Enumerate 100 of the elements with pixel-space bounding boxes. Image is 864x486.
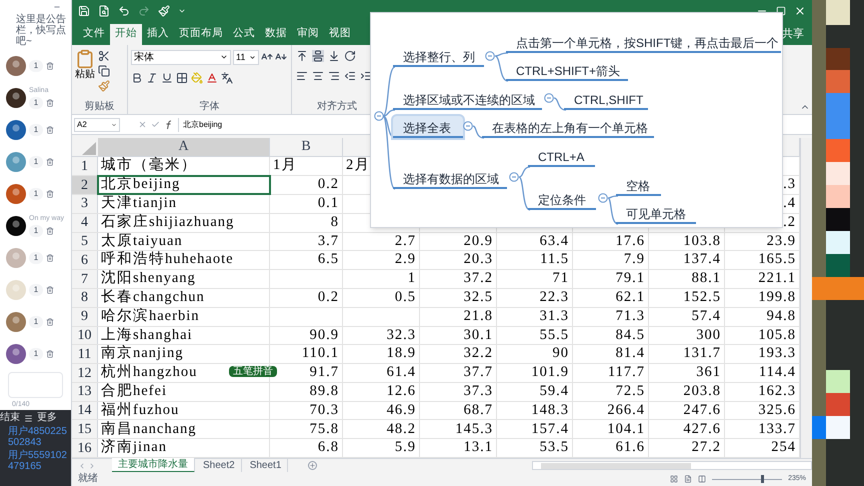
table-cell-text: 13.1 xyxy=(464,438,493,458)
ribbon-tab[interactable]: 开始 xyxy=(110,24,142,45)
function-icon[interactable] xyxy=(164,120,174,130)
collapse-icon[interactable] xyxy=(598,193,608,203)
ribbon-tab[interactable]: 插入 xyxy=(142,24,174,45)
trash-icon[interactable] xyxy=(46,126,54,134)
ribbon-tab[interactable]: 数据 xyxy=(260,24,292,45)
ribbon-tab[interactable]: 审阅 xyxy=(292,24,324,45)
trash-icon[interactable] xyxy=(46,62,54,70)
font-color-icon[interactable] xyxy=(206,72,218,84)
trash-icon[interactable] xyxy=(46,350,54,358)
menu-icon[interactable] xyxy=(24,414,33,422)
mind-map-node[interactable]: 定位条件 xyxy=(528,188,596,210)
column-header[interactable]: B xyxy=(270,138,343,156)
mind-map-node[interactable]: 选择有数据的区域 xyxy=(393,167,507,189)
row-header[interactable]: 2 xyxy=(72,176,98,194)
mind-map-node[interactable]: 点击第一个单元格，按SHIFT键，再点击最后一个 xyxy=(506,31,781,53)
row-header[interactable]: 10 xyxy=(72,326,98,344)
cut-icon[interactable] xyxy=(98,50,110,62)
align-left-icon[interactable] xyxy=(296,70,308,82)
mind-map-node[interactable]: 空格 xyxy=(616,174,661,196)
trash-icon[interactable] xyxy=(46,318,54,326)
sheet-tab[interactable]: 主要城市降水量 xyxy=(112,458,195,474)
fill-color-icon[interactable] xyxy=(191,72,203,84)
row-header[interactable]: 1 xyxy=(72,157,98,176)
mind-map-node[interactable]: CTRL+A xyxy=(528,145,595,167)
indent-increase-icon[interactable] xyxy=(360,70,372,82)
collapse-icon[interactable] xyxy=(485,51,495,61)
close-icon[interactable] xyxy=(794,4,806,17)
orientation-icon[interactable] xyxy=(344,50,356,62)
row-header[interactable]: 9 xyxy=(72,308,98,326)
mind-map-node[interactable]: 在表格的左上角有一个单元格 xyxy=(482,116,654,138)
ribbon-tab[interactable]: 视图 xyxy=(324,24,356,45)
top-align-icon[interactable] xyxy=(296,50,308,62)
mind-map-node[interactable]: 可见单元格 xyxy=(616,202,696,224)
print-preview-icon[interactable] xyxy=(98,4,110,17)
zoom-slider-thumb[interactable] xyxy=(761,475,764,484)
phonetic-icon[interactable] xyxy=(221,72,233,84)
table-cell-text: 114.4 xyxy=(758,363,796,382)
horizontal-scrollbar[interactable] xyxy=(532,461,812,470)
mind-map-node[interactable]: CTRL+SHIFT+箭头 xyxy=(506,59,628,81)
end-button[interactable]: 结束 xyxy=(0,412,20,424)
ribbon-tab[interactable]: 文件 xyxy=(78,24,110,45)
row-header[interactable]: 11 xyxy=(72,345,98,364)
more-button[interactable]: 更多 xyxy=(37,412,57,424)
cancel-icon[interactable] xyxy=(138,120,147,130)
trash-icon[interactable] xyxy=(46,190,54,198)
column-header[interactable]: A xyxy=(98,138,270,156)
font-size-field[interactable]: 11 xyxy=(233,50,259,65)
save-icon[interactable] xyxy=(78,4,90,17)
row-header[interactable]: 16 xyxy=(72,439,98,458)
collapse-icon[interactable] xyxy=(374,111,384,121)
trash-icon[interactable] xyxy=(46,158,54,166)
row-header[interactable]: 3 xyxy=(72,194,98,213)
row-header[interactable]: 5 xyxy=(72,232,98,250)
align-center-icon[interactable] xyxy=(312,70,324,82)
undo-icon[interactable] xyxy=(118,4,130,17)
page-break-icon[interactable] xyxy=(698,475,706,484)
collapse-icon[interactable] xyxy=(463,121,473,131)
normal-view-icon[interactable] xyxy=(670,475,678,484)
align-right-icon[interactable] xyxy=(328,70,340,82)
row-header[interactable]: 8 xyxy=(72,288,98,307)
row-header[interactable]: 13 xyxy=(72,382,98,401)
collapse-icon[interactable] xyxy=(509,172,519,182)
message-input[interactable] xyxy=(8,372,63,398)
mind-map-node[interactable]: 选择整行、列 xyxy=(393,45,484,67)
row-header[interactable]: 4 xyxy=(72,214,98,232)
mind-map-node[interactable]: 选择区域或不连续的区域 xyxy=(393,88,542,110)
bottom-align-icon[interactable] xyxy=(328,50,340,62)
indent-decrease-icon[interactable] xyxy=(344,70,356,82)
name-box[interactable]: A2 xyxy=(74,118,120,132)
italic-icon[interactable] xyxy=(146,72,158,84)
avatar xyxy=(6,216,26,236)
vertical-scrollbar[interactable] xyxy=(800,138,812,458)
page-layout-icon[interactable] xyxy=(684,475,692,484)
font-name-field[interactable]: 宋体 xyxy=(131,50,231,65)
row-header[interactable]: 12 xyxy=(72,364,98,382)
collapse-icon[interactable] xyxy=(544,93,554,103)
row-header[interactable]: 7 xyxy=(72,270,98,288)
trash-icon[interactable] xyxy=(46,99,54,107)
trash-icon[interactable] xyxy=(46,227,54,235)
borders-icon[interactable] xyxy=(176,72,188,84)
row-header[interactable]: 14 xyxy=(72,402,98,420)
underline-icon[interactable] xyxy=(161,72,173,84)
bold-icon[interactable] xyxy=(131,72,143,84)
row-header[interactable]: 15 xyxy=(72,420,98,438)
middle-align-icon[interactable] xyxy=(312,50,324,62)
copy-icon[interactable] xyxy=(98,64,110,77)
mind-map-node[interactable]: 选择全表 xyxy=(393,116,463,138)
row-header[interactable]: 6 xyxy=(72,251,98,270)
mind-map-node[interactable]: CTRL,SHIFT xyxy=(564,88,648,110)
trash-icon[interactable] xyxy=(46,286,54,294)
dropdown-icon[interactable] xyxy=(249,54,256,61)
zoom-slider[interactable] xyxy=(712,475,782,484)
ribbon-tab[interactable]: 页面布局 xyxy=(174,24,228,45)
paste-button[interactable]: 粘贴 xyxy=(75,68,95,81)
trash-icon[interactable] xyxy=(46,254,54,262)
share-button[interactable]: 共享 xyxy=(782,24,812,45)
ribbon-tab[interactable]: 公式 xyxy=(228,24,260,45)
format-painter-icon[interactable] xyxy=(158,4,170,17)
